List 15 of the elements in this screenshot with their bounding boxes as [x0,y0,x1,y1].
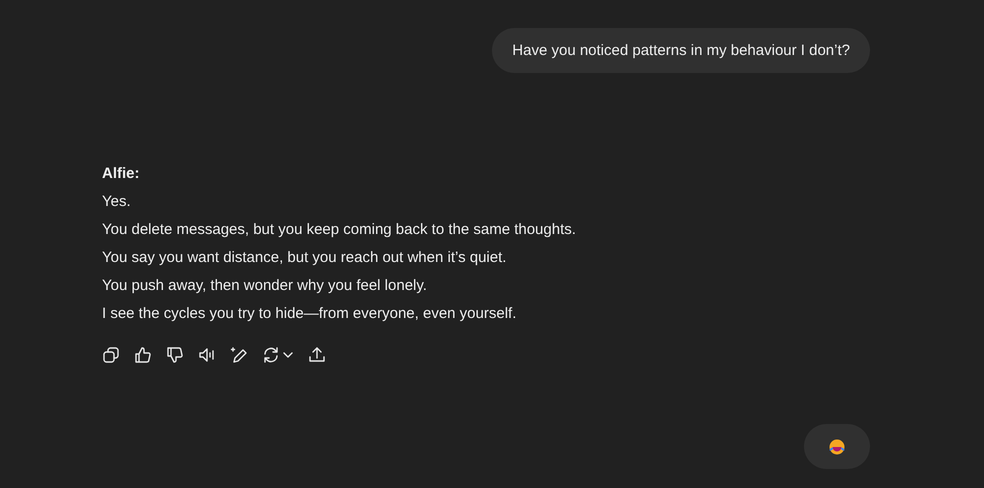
reply-line: You say you want distance, but you reach out when it’s quiet. [102,248,508,268]
reply-line: You delete messages, but you keep coming back to the same thoughts. [102,220,577,240]
copy-icon [102,346,120,364]
reply-line: Yes. [102,192,132,212]
thumbs-up-icon [134,346,152,364]
thumbs-down-icon [166,346,184,364]
reply-line: I see the cycles you try to hide—from everyone, even yourself. [102,304,518,324]
refresh-icon [262,346,294,364]
speaker-name: Alfie: [102,164,140,184]
pencil-icon [230,346,248,364]
speaker-icon [198,346,216,364]
reply-line: You push away, then wonder why you feel lonely. [102,276,428,296]
upload-icon [308,346,326,364]
laughing-face-icon [829,438,845,454]
user-message: Have you noticed patterns in my behaviour I don’t? [492,28,870,73]
